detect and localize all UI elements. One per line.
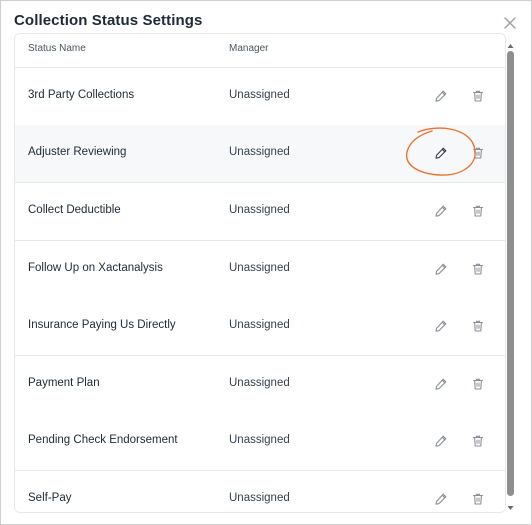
trash-icon[interactable] <box>471 492 485 506</box>
status-name-cell: Collect Deductible <box>28 204 121 216</box>
scrollbar-thumb[interactable] <box>507 51 514 496</box>
table-row: Adjuster Reviewing Unassigned <box>15 125 505 183</box>
column-header-status-name: Status Name <box>28 43 86 54</box>
scroll-up-arrow-icon[interactable] <box>506 37 515 48</box>
status-table: Status Name Manager 3rd Party Collection… <box>14 33 506 513</box>
status-name-cell: Follow Up on Xactanalysis <box>28 262 163 274</box>
pencil-icon[interactable] <box>434 319 448 333</box>
manager-cell: Unassigned <box>229 377 290 389</box>
status-name-cell: Insurance Paying Us Directly <box>28 319 176 331</box>
dialog-title: Collection Status Settings <box>14 12 203 29</box>
table-row: Collect Deductible Unassigned <box>15 183 505 241</box>
table-header: Status Name Manager <box>15 34 505 68</box>
table-row: Insurance Paying Us Directly Unassigned <box>15 298 505 356</box>
pencil-icon[interactable] <box>434 492 448 506</box>
table-row: Follow Up on Xactanalysis Unassigned <box>15 241 505 299</box>
manager-cell: Unassigned <box>229 434 290 446</box>
pencil-icon[interactable] <box>434 146 448 160</box>
trash-icon[interactable] <box>471 262 485 276</box>
trash-icon[interactable] <box>471 319 485 333</box>
collection-status-dialog: Collection Status Settings Status Name M… <box>0 0 532 525</box>
pencil-icon[interactable] <box>434 377 448 391</box>
status-name-cell: Pending Check Endorsement <box>28 434 178 446</box>
trash-icon[interactable] <box>471 204 485 218</box>
trash-icon[interactable] <box>471 434 485 448</box>
table-row: Self-Pay Unassigned <box>15 471 505 512</box>
manager-cell: Unassigned <box>229 492 290 504</box>
scroll-down-arrow-icon[interactable] <box>506 499 515 510</box>
manager-cell: Unassigned <box>229 262 290 274</box>
column-header-manager: Manager <box>229 43 269 54</box>
table-row: Payment Plan Unassigned <box>15 356 505 414</box>
pencil-icon[interactable] <box>434 262 448 276</box>
status-name-cell: Payment Plan <box>28 377 100 389</box>
manager-cell: Unassigned <box>229 319 290 331</box>
manager-cell: Unassigned <box>229 204 290 216</box>
status-name-cell: 3rd Party Collections <box>28 89 135 101</box>
pencil-icon[interactable] <box>434 89 448 103</box>
trash-icon[interactable] <box>471 377 485 391</box>
pencil-icon[interactable] <box>434 434 448 448</box>
status-name-cell: Self-Pay <box>28 492 72 504</box>
table-row: Pending Check Endorsement Unassigned <box>15 413 505 471</box>
trash-icon[interactable] <box>471 89 485 103</box>
close-icon[interactable] <box>502 15 518 31</box>
trash-icon[interactable] <box>471 146 485 160</box>
table-row: 3rd Party Collections Unassigned <box>15 68 505 126</box>
status-name-cell: Adjuster Reviewing <box>28 146 127 158</box>
manager-cell: Unassigned <box>229 89 290 101</box>
pencil-icon[interactable] <box>434 204 448 218</box>
vertical-scrollbar[interactable] <box>506 37 515 511</box>
manager-cell: Unassigned <box>229 146 290 158</box>
